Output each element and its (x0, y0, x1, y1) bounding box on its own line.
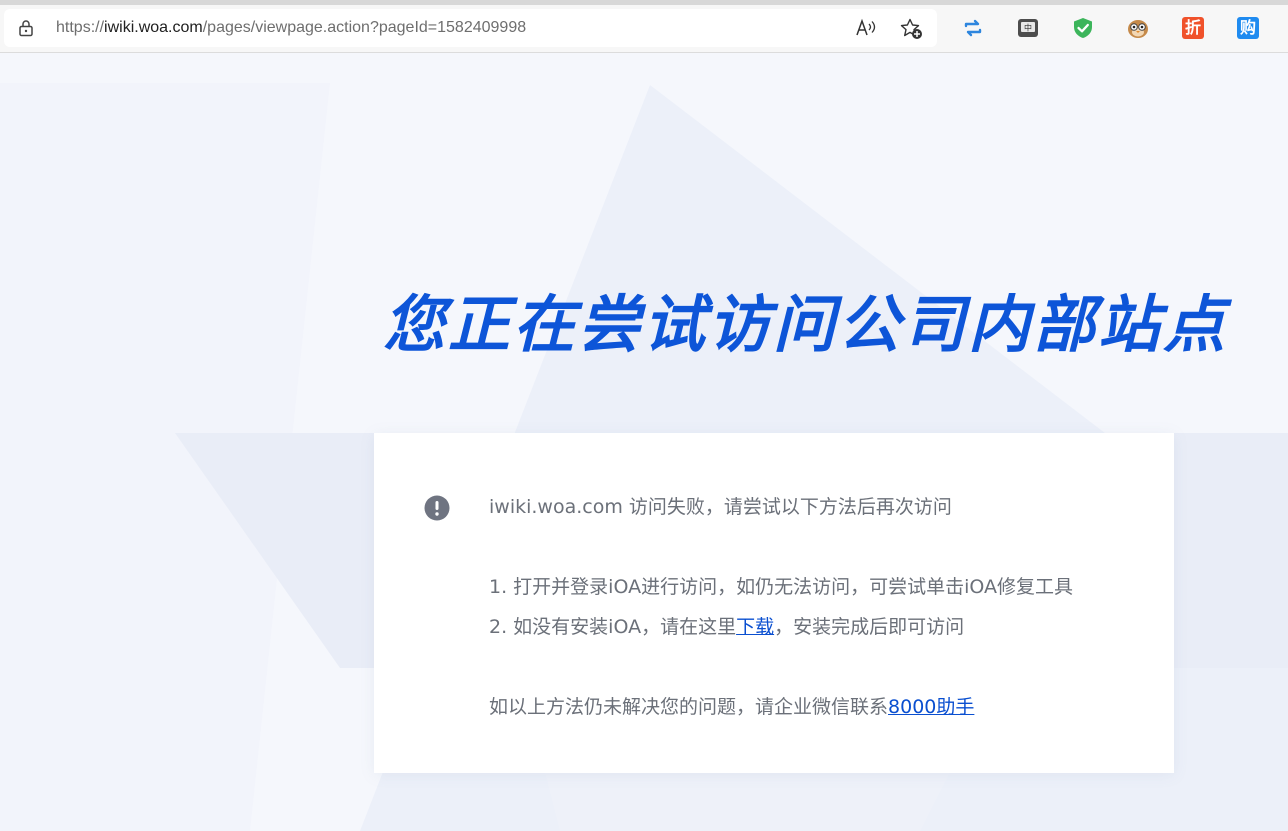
shield-check-extension[interactable] (1072, 17, 1094, 39)
step-2-suffix: ，安装完成后即可访问 (774, 616, 965, 638)
owl-face-extension[interactable] (1127, 17, 1149, 39)
url-scheme: https:// (56, 19, 105, 36)
add-favorite-icon[interactable] (899, 18, 923, 40)
step-1: 1. 打开并登录iOA进行访问，如仍无法访问，可尝试单击iOA修复工具 (489, 576, 1073, 598)
failure-message: iwiki.woa.com 访问失败，请尝试以下方法后再次访问 (489, 495, 952, 519)
contact-line: 如以上方法仍未解决您的问题，请企业微信联系8000助手 (489, 695, 974, 719)
download-link[interactable]: 下载 (736, 616, 774, 638)
page-heading: 您正在尝试访问公司内部站点 (383, 288, 1229, 361)
repeat-arrows-extension[interactable] (962, 17, 984, 39)
step-2: 2. 如没有安装iOA，请在这里下载，安装完成后即可访问 (489, 615, 964, 639)
lock-icon[interactable] (17, 19, 35, 37)
url-path: /pages/viewpage.action?pageId=1582409998 (202, 19, 527, 36)
gou-shopping-extension[interactable]: 购 (1237, 17, 1259, 39)
svg-text:中: 中 (1024, 23, 1032, 33)
alert-icon (424, 495, 450, 521)
failure-text: 访问失败，请尝试以下方法后再次访问 (622, 496, 952, 518)
translate-extension[interactable]: 中 (1017, 17, 1039, 39)
zhe-coupon-extension[interactable]: 折 (1182, 17, 1204, 39)
address-bar[interactable]: https://iwiki.woa.com/pages/viewpage.act… (4, 9, 937, 47)
browser-toolbar: https://iwiki.woa.com/pages/viewpage.act… (0, 5, 1288, 53)
failed-host: iwiki.woa.com (489, 496, 623, 518)
error-card: iwiki.woa.com 访问失败，请尝试以下方法后再次访问 1. 打开并登录… (374, 433, 1174, 773)
support-8000-link[interactable]: 8000助手 (888, 696, 974, 718)
contact-prefix: 如以上方法仍未解决您的问题，请企业微信联系 (489, 696, 889, 718)
read-aloud-icon[interactable] (855, 18, 877, 38)
step-2-prefix: 2. 如没有安装iOA，请在这里 (489, 616, 737, 638)
url-host: iwiki.woa.com (104, 19, 203, 36)
url-text[interactable]: https://iwiki.woa.com/pages/viewpage.act… (56, 18, 526, 38)
